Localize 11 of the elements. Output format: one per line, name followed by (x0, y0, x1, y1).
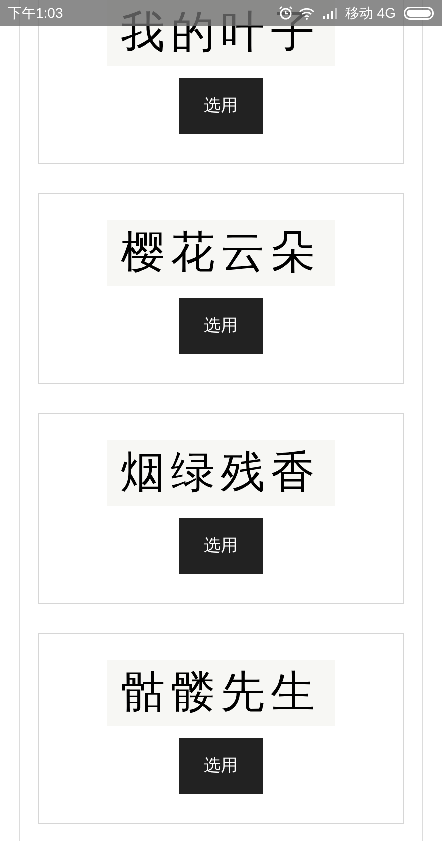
font-preview: 烟绿残香 (107, 440, 335, 506)
status-time: 下午1:03 (8, 4, 64, 22)
font-preview: 樱花云朵 (107, 220, 335, 286)
select-button[interactable]: 选用 (179, 78, 263, 134)
select-button[interactable]: 选用 (179, 738, 263, 794)
font-preview: 骷髅先生 (107, 660, 335, 726)
signal-icon (323, 8, 338, 18)
select-button[interactable]: 选用 (179, 518, 263, 574)
select-button[interactable]: 选用 (179, 298, 263, 354)
battery-icon (404, 6, 434, 20)
carrier-label: 移动 4G (345, 4, 396, 22)
